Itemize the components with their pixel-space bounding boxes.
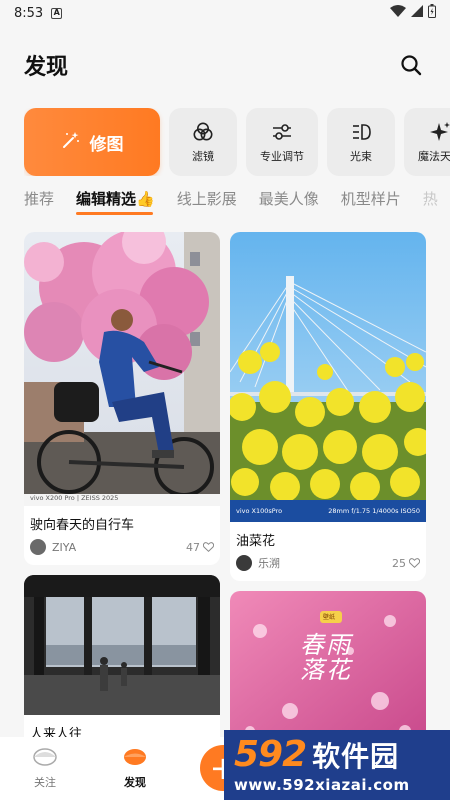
tools-row: 修图 滤镜 专业调节 光束 魔法天空 (24, 108, 450, 176)
category-tabs: 推荐 编辑精选👍 线上影展 最美人像 机型样片 热 (24, 188, 450, 218)
photo-bicycle-spring: vivo X200 Pro | ZEISS 2025 (24, 232, 220, 506)
tab-device-samples[interactable]: 机型样片 (341, 188, 401, 215)
magic-wand-icon (61, 130, 81, 155)
watermark-url: www.592xiazai.com (234, 776, 410, 794)
photo-rapeseed-flowers: vivo X100sPro 28mm f/1.75 1/4000s ISO50 (230, 232, 426, 522)
tool-magic-sky[interactable]: 魔法天空 (404, 108, 450, 176)
discover-icon (123, 747, 147, 770)
nav-discover[interactable]: 发现 (90, 747, 180, 790)
page-title: 发现 (24, 55, 69, 80)
tab-portraits[interactable]: 最美人像 (259, 188, 319, 215)
sliders-icon (271, 121, 293, 143)
card-title: 人来人往 (30, 727, 83, 737)
watermark-number: 592 (234, 734, 307, 775)
feed-column-left: vivo X200 Pro | ZEISS 2025 驶向春天的自行车 ZIYA… (24, 232, 220, 737)
watermark-logo: 592 软件园 www.592xiazai.com (224, 730, 450, 800)
card-meta: ZIYA 47 (24, 537, 220, 565)
watermark-name: 软件园 (312, 740, 400, 773)
photo-card[interactable]: vivo X200 Pro | ZEISS 2025 驶向春天的自行车 ZIYA… (24, 232, 220, 565)
avatar (236, 555, 252, 571)
tab-recommended[interactable]: 推荐 (24, 188, 54, 215)
status-time: 8:53 (14, 5, 44, 21)
feed-column-right: vivo X100sPro 28mm f/1.75 1/4000s ISO50 … (230, 232, 426, 737)
author[interactable]: ZIYA (30, 539, 76, 555)
tab-hot[interactable]: 热 (423, 188, 438, 215)
nav-follow-label: 关注 (34, 776, 56, 789)
heart-icon (203, 542, 214, 552)
follow-icon (33, 747, 57, 770)
card-meta: 乐溯 25 (230, 553, 426, 581)
tool-filter[interactable]: 滤镜 (169, 108, 237, 176)
notification-icon: A (51, 7, 63, 19)
photo-card[interactable]: 人来人往 (24, 575, 220, 737)
tool-magic-sky-label: 魔法天空 (418, 149, 450, 163)
author-name: 乐溯 (258, 557, 280, 570)
light-beam-icon (350, 121, 372, 143)
photo-caption: vivo X200 Pro | ZEISS 2025 (30, 494, 119, 502)
nav-discover-label: 发现 (124, 776, 146, 789)
photo-card[interactable]: vivo X100sPro 28mm f/1.75 1/4000s ISO50 … (230, 232, 426, 581)
wifi-icon (390, 5, 406, 21)
like-button[interactable]: 47 (186, 541, 214, 554)
nav-follow[interactable]: 关注 (0, 747, 90, 790)
heart-icon (409, 558, 420, 568)
photo-corridor (24, 575, 220, 715)
photo-exif: 28mm f/1.75 1/4000s ISO50 (328, 507, 420, 515)
tool-pro-adjust[interactable]: 专业调节 (246, 108, 318, 176)
card-title: 驶向春天的自行车 (30, 518, 135, 533)
tool-light-beam-label: 光束 (350, 149, 372, 163)
tool-filter-label: 滤镜 (192, 149, 214, 163)
photo-card[interactable]: 壁纸 春雨落花 (230, 591, 426, 737)
status-bar: 8:53 A (0, 0, 450, 26)
retouch-label: 修图 (89, 134, 124, 155)
tool-pro-adjust-label: 专业调节 (260, 149, 304, 163)
photo-feed: vivo X200 Pro | ZEISS 2025 驶向春天的自行车 ZIYA… (24, 232, 426, 737)
photo-spring-rain: 壁纸 春雨落花 (230, 591, 426, 737)
tab-editors-choice[interactable]: 编辑精选👍 (76, 188, 155, 215)
badge-wallpaper: 壁纸 (323, 614, 336, 621)
sparkle-icon (429, 121, 450, 143)
overlay-title: 春雨落花 (300, 631, 352, 685)
author-name: ZIYA (52, 540, 77, 554)
photo-device: vivo X100sPro (236, 507, 283, 515)
avatar (30, 539, 46, 555)
tool-light-beam[interactable]: 光束 (327, 108, 395, 176)
photo-info-strip: vivo X100sPro 28mm f/1.75 1/4000s ISO50 (230, 500, 426, 522)
like-count: 25 (392, 556, 406, 570)
filter-circles-icon (192, 121, 214, 143)
like-button[interactable]: 25 (392, 557, 420, 570)
like-count: 47 (186, 540, 200, 554)
search-icon[interactable] (396, 50, 426, 80)
tab-online-exhibition[interactable]: 线上影展 (177, 188, 237, 215)
battery-icon (428, 4, 436, 22)
author[interactable]: 乐溯 (236, 555, 280, 571)
card-title: 油菜花 (236, 534, 276, 549)
retouch-button[interactable]: 修图 (24, 108, 160, 176)
signal-icon (411, 5, 423, 21)
header: 发现 (0, 40, 450, 90)
